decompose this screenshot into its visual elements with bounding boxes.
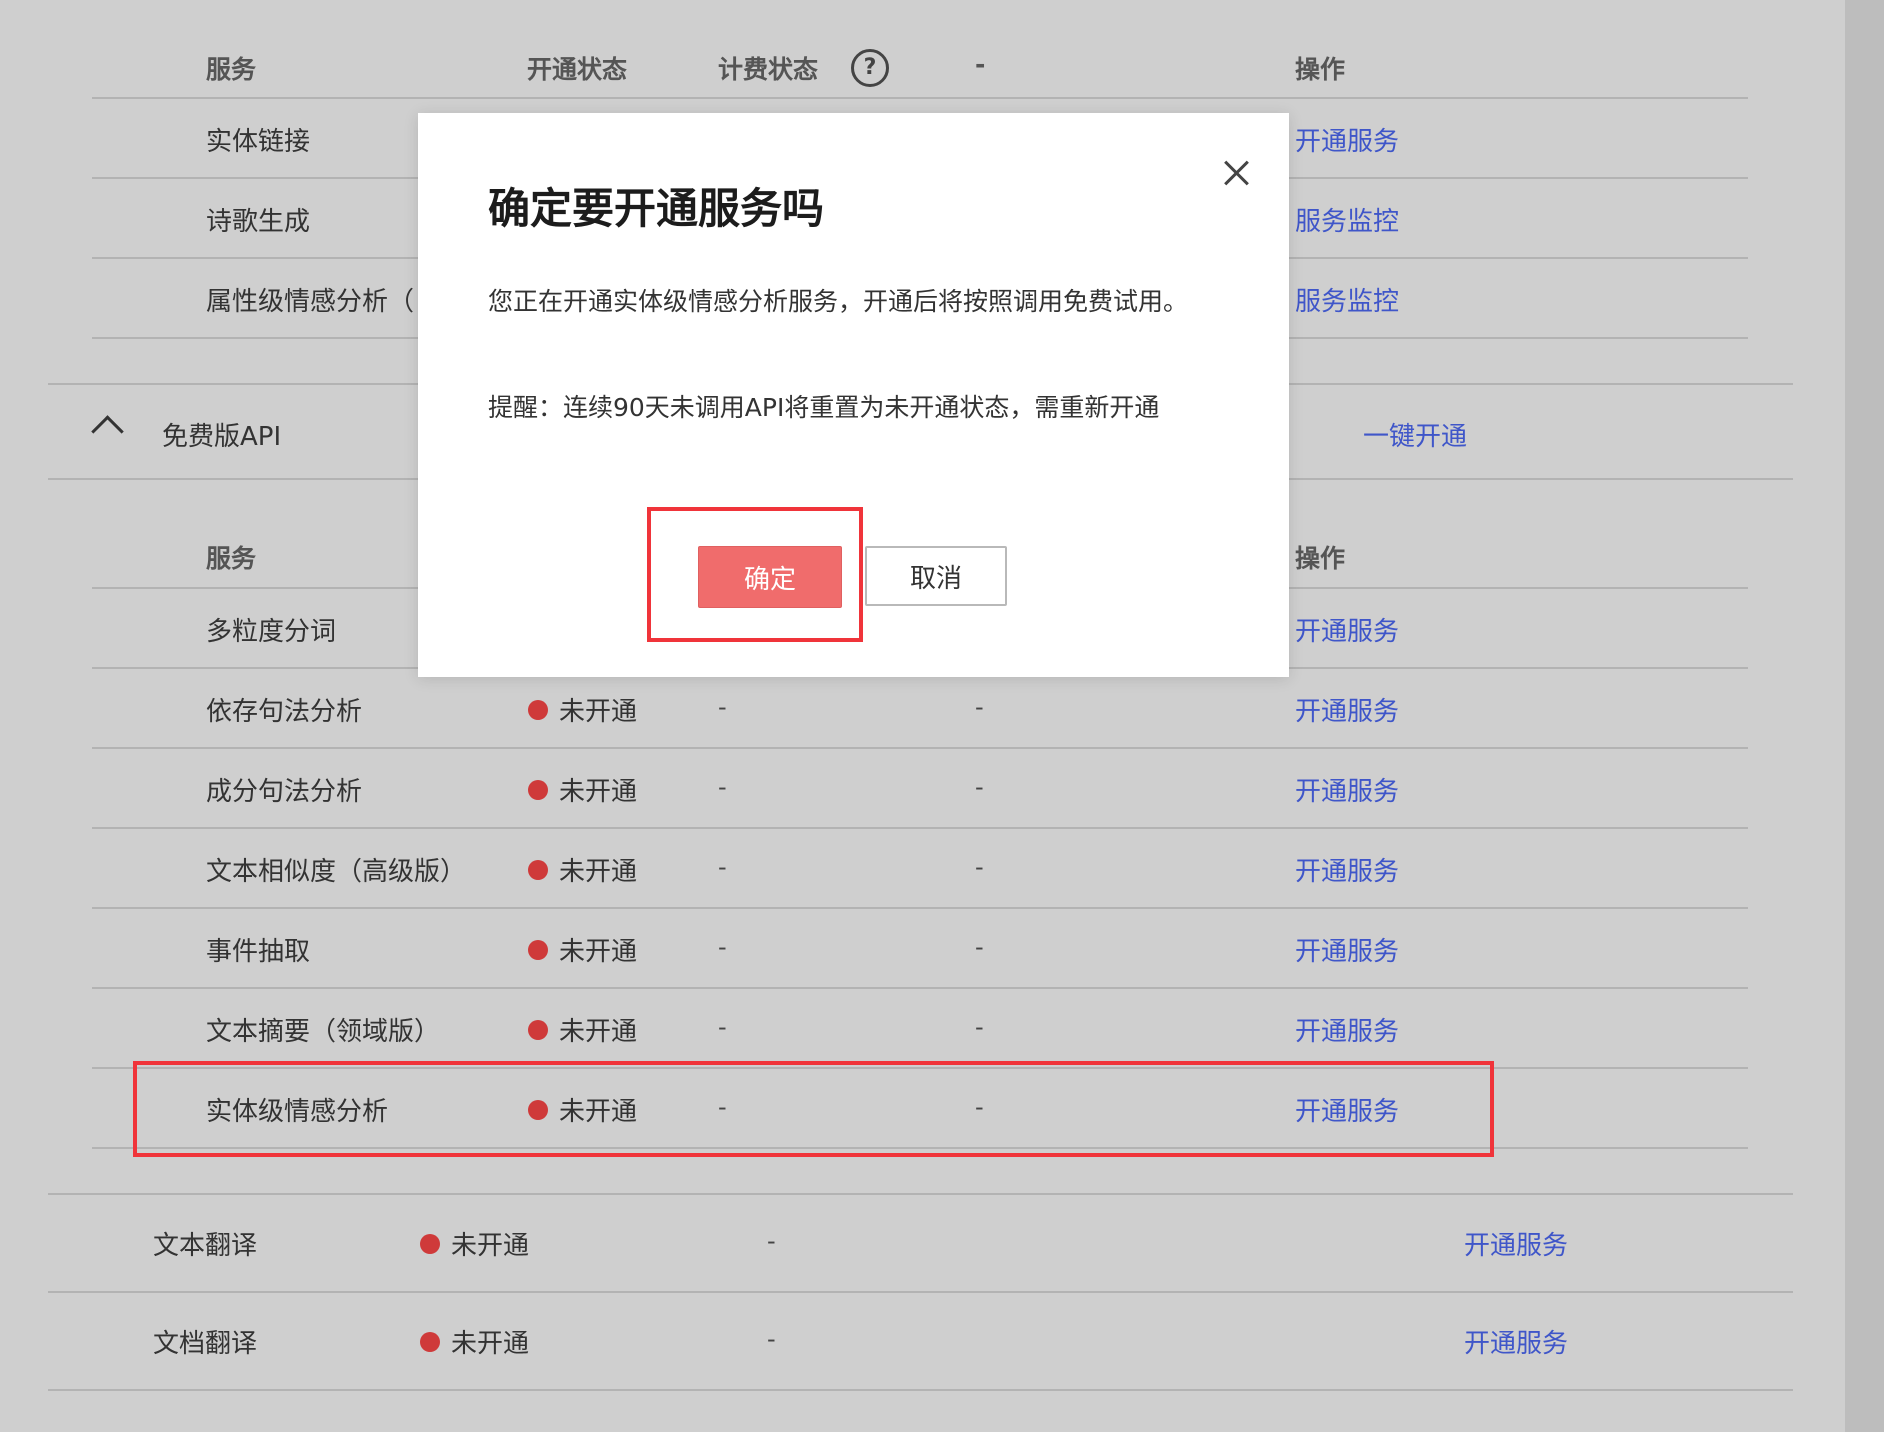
header-billing: 计费状态 <box>718 55 819 84</box>
col4-value: - <box>975 693 984 721</box>
service-monitor-link[interactable]: 服务监控 <box>1295 201 1399 238</box>
section-divider <box>48 1291 1793 1293</box>
divider <box>92 827 1748 829</box>
divider <box>92 97 1748 99</box>
billing-value: - <box>718 773 727 801</box>
open-service-link[interactable]: 开通服务 <box>1295 851 1399 888</box>
row-name: 实体级情感分析 <box>206 1097 389 1127</box>
open-service-link[interactable]: 开通服务 <box>1295 1011 1399 1048</box>
header-action: 操作 <box>1295 55 1346 84</box>
service-monitor-link[interactable]: 服务监控 <box>1295 281 1399 318</box>
row-name: 多粒度分词 <box>206 617 337 647</box>
open-service-link[interactable]: 开通服务 <box>1295 771 1399 808</box>
billing-value: - <box>718 1013 727 1041</box>
billing-value: - <box>767 1227 776 1255</box>
one-click-enable-link[interactable]: 一键开通 <box>1363 416 1467 453</box>
row-name: 事件抽取 <box>206 937 311 967</box>
row-name: 实体链接 <box>206 127 311 157</box>
status-text: 未开通 <box>559 1017 638 1047</box>
status-dot-icon <box>528 1019 548 1040</box>
row-name: 文本翻译 <box>153 1231 258 1261</box>
status-dot-icon <box>528 859 548 880</box>
header-service: 服务 <box>206 544 257 573</box>
header-action: 操作 <box>1295 544 1346 573</box>
col4-value: - <box>975 1093 984 1121</box>
status-badge: 未开通 <box>528 771 637 808</box>
billing-value: - <box>767 1325 776 1353</box>
status-text: 未开通 <box>559 857 638 887</box>
billing-value: - <box>718 1093 727 1121</box>
divider <box>92 1147 1748 1149</box>
row-name: 文本摘要（领域版） <box>206 1017 441 1047</box>
status-dot-icon <box>420 1233 440 1254</box>
status-text: 未开通 <box>559 697 638 727</box>
row-name: 依存句法分析 <box>206 697 363 727</box>
status-dot-icon <box>528 779 548 800</box>
divider <box>92 1067 1748 1069</box>
status-text: 未开通 <box>451 1231 530 1261</box>
chevron-up-icon[interactable] <box>91 415 124 448</box>
status-badge: 未开通 <box>528 1011 637 1048</box>
col4-value: - <box>975 773 984 801</box>
row-name: 文本相似度（高级版） <box>206 857 467 887</box>
row-name: 属性级情感分析（ <box>206 287 415 317</box>
section-title: 免费版API <box>162 422 282 452</box>
section-divider <box>48 1193 1793 1195</box>
status-badge: 未开通 <box>528 931 637 968</box>
billing-value: - <box>718 693 727 721</box>
row-name: 诗歌生成 <box>206 207 311 237</box>
status-dot-icon <box>528 1099 548 1120</box>
status-text: 未开通 <box>559 777 638 807</box>
open-service-link[interactable]: 开通服务 <box>1295 1091 1399 1128</box>
dialog-reminder: 提醒：连续90天未调用API将重置为未开通状态，需重新开通 <box>488 393 1160 422</box>
open-service-link[interactable]: 开通服务 <box>1295 121 1399 158</box>
status-badge: 未开通 <box>528 1091 637 1128</box>
help-icon[interactable]: ? <box>851 49 889 87</box>
status-dot-icon <box>420 1331 440 1352</box>
confirm-button[interactable]: 确定 <box>698 546 842 608</box>
scrollbar[interactable] <box>1845 0 1884 1432</box>
header-service: 服务 <box>206 55 257 84</box>
header-status: 开通状态 <box>527 55 628 84</box>
open-service-link[interactable]: 开通服务 <box>1464 1225 1568 1262</box>
header-dash: - <box>975 50 986 79</box>
close-icon[interactable] <box>1218 155 1254 191</box>
col4-value: - <box>975 1013 984 1041</box>
cancel-button[interactable]: 取消 <box>865 546 1007 606</box>
confirm-dialog: 确定要开通服务吗 您正在开通实体级情感分析服务，开通后将按照调用免费试用。 提醒… <box>418 113 1289 677</box>
row-name: 成分句法分析 <box>206 777 363 807</box>
dialog-message: 您正在开通实体级情感分析服务，开通后将按照调用免费试用。 <box>488 287 1189 316</box>
open-service-link[interactable]: 开通服务 <box>1464 1323 1568 1360</box>
status-badge: 未开通 <box>420 1323 529 1360</box>
status-text: 未开通 <box>559 937 638 967</box>
status-dot-icon <box>528 939 548 960</box>
billing-value: - <box>718 853 727 881</box>
col4-value: - <box>975 853 984 881</box>
section-divider <box>48 1389 1793 1391</box>
status-badge: 未开通 <box>420 1225 529 1262</box>
col4-value: - <box>975 933 984 961</box>
status-dot-icon <box>528 699 548 720</box>
open-service-link[interactable]: 开通服务 <box>1295 691 1399 728</box>
divider <box>92 987 1748 989</box>
open-service-link[interactable]: 开通服务 <box>1295 611 1399 648</box>
divider <box>92 747 1748 749</box>
divider <box>92 907 1748 909</box>
row-name: 文档翻译 <box>153 1329 258 1359</box>
status-text: 未开通 <box>559 1097 638 1127</box>
status-badge: 未开通 <box>528 851 637 888</box>
billing-value: - <box>718 933 727 961</box>
status-text: 未开通 <box>451 1329 530 1359</box>
status-badge: 未开通 <box>528 691 637 728</box>
dialog-title: 确定要开通服务吗 <box>488 184 825 233</box>
open-service-link[interactable]: 开通服务 <box>1295 931 1399 968</box>
